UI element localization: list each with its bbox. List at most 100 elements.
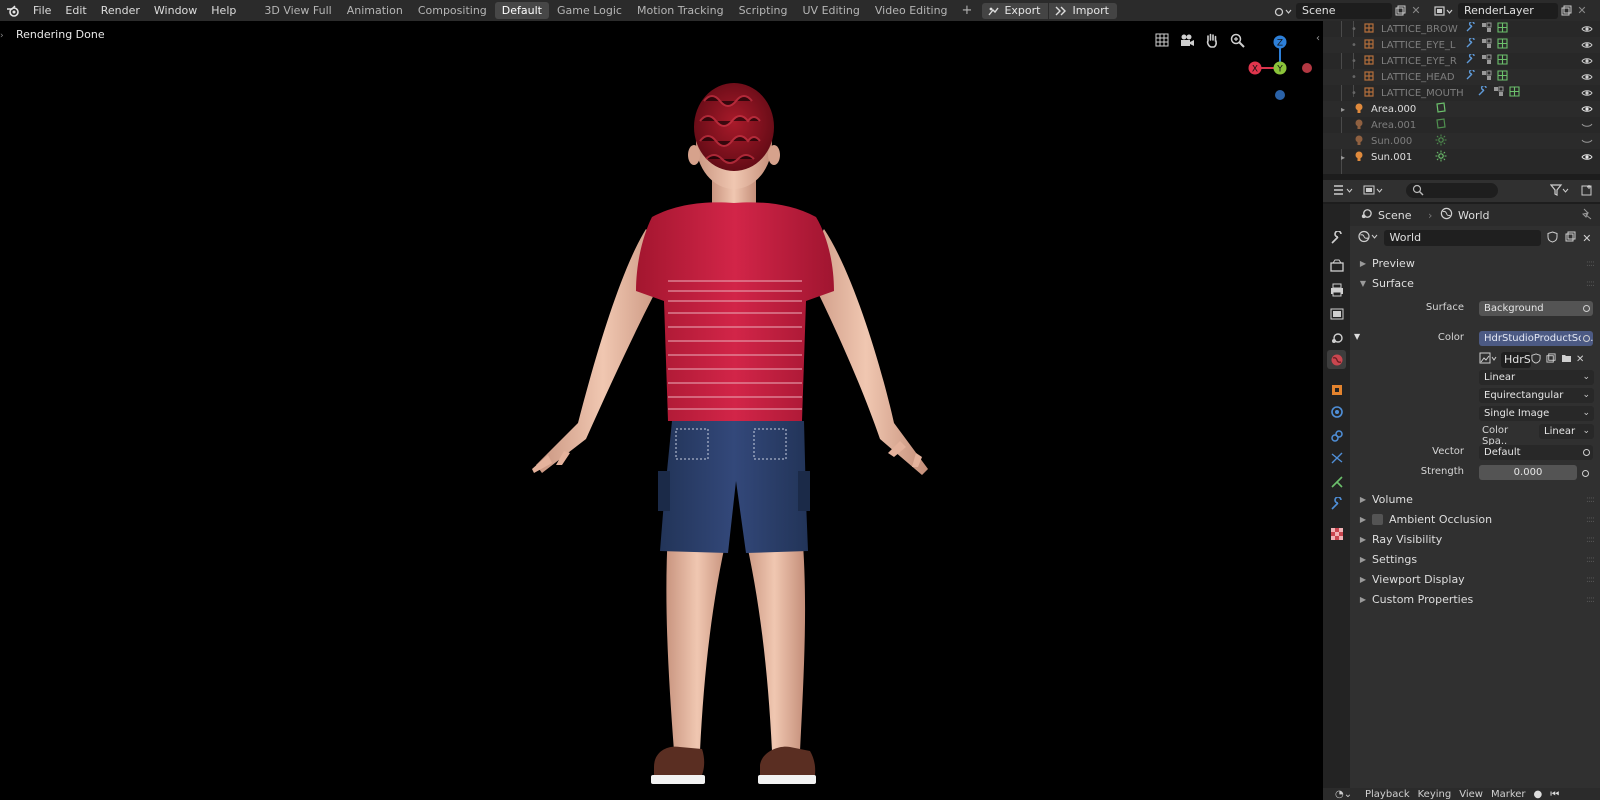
render-viewport[interactable]: › Rendering Done Z X Y ‹ [0, 21, 1323, 800]
delete-scene-icon[interactable]: ✕ [1408, 3, 1424, 19]
jump-start-icon[interactable]: ⏮ [1550, 789, 1559, 800]
socket-link-icon[interactable] [1580, 468, 1590, 478]
menu-help[interactable]: Help [204, 0, 243, 21]
outliner-row-sun-001[interactable]: ▸ Sun.001 [1323, 149, 1600, 165]
tab-compositing[interactable]: Compositing [411, 2, 494, 19]
world-browse-icon[interactable] [1358, 230, 1384, 246]
image-browse-icon[interactable] [1479, 352, 1501, 367]
sidebar-expand-icon[interactable]: ‹ [1316, 33, 1320, 44]
scene-browse-icon[interactable] [1270, 3, 1296, 19]
hidden-eye-icon[interactable] [1580, 134, 1594, 148]
colorspace-dropdown[interactable]: Linear ⌄ [1539, 424, 1594, 439]
open-image-folder-icon[interactable] [1561, 353, 1576, 366]
export-button[interactable]: Export [982, 3, 1048, 19]
tab-uv-editing[interactable]: UV Editing [796, 2, 867, 19]
outliner-row-lattice-head[interactable]: • LATTICE_HEAD [1323, 68, 1600, 85]
view-menu[interactable]: View [1459, 789, 1483, 800]
playback-menu[interactable]: Playback [1365, 789, 1410, 800]
import-button[interactable]: Import [1048, 2, 1117, 19]
outliner-row-area-000[interactable]: ▸ Area.000 [1323, 101, 1600, 117]
socket-link-icon[interactable] [1581, 333, 1591, 343]
tab-object[interactable] [1327, 380, 1346, 399]
ambient-occlusion-checkbox[interactable] [1372, 514, 1383, 525]
lattice-data-icon[interactable] [1497, 22, 1513, 36]
visibility-eye-icon[interactable] [1580, 54, 1594, 68]
gizmo-neg-z-axis[interactable] [1275, 90, 1285, 100]
panel-preview[interactable]: ▶ Preview :::: [1350, 254, 1600, 273]
constraint-icon[interactable] [1481, 38, 1497, 52]
image-source-dropdown[interactable]: Single Image ⌄ [1479, 406, 1594, 421]
lattice-data-icon[interactable] [1509, 86, 1525, 100]
pin-icon[interactable] [1580, 208, 1592, 223]
panel-viewport-display[interactable]: ▶ Viewport Display :::: [1350, 570, 1600, 589]
outliner-row-lattice-mouth[interactable]: • LATTICE_MOUTH [1323, 84, 1600, 101]
visibility-eye-icon[interactable] [1580, 86, 1594, 100]
modifier-wrench-icon[interactable] [1465, 21, 1481, 36]
modifier-wrench-icon[interactable] [1465, 36, 1481, 52]
unlink-image-icon[interactable]: ✕ [1576, 354, 1588, 365]
tab-motion-tracking[interactable]: Motion Tracking [630, 2, 731, 19]
surface-shader-field[interactable]: Background [1479, 301, 1593, 316]
tab-scene[interactable] [1327, 328, 1346, 347]
area-light-data-icon[interactable] [1435, 102, 1451, 116]
outliner-row-lattice-eye-r[interactable]: • LATTICE_EYE_R [1323, 52, 1600, 69]
visibility-eye-icon[interactable] [1580, 22, 1594, 36]
tab-video-editing[interactable]: Video Editing [868, 2, 955, 19]
tab-3d-view-full[interactable]: 3D View Full [257, 2, 338, 19]
outliner-row-area-001[interactable]: Area.001 [1323, 117, 1600, 133]
tab-constraints[interactable] [1327, 426, 1346, 445]
vector-input-field[interactable]: Default [1479, 445, 1593, 460]
drag-grip-icon[interactable]: :::: [1586, 495, 1595, 505]
outliner-row-lattice-eye-l[interactable]: • LATTICE_EYE_L [1323, 36, 1600, 53]
duplicate-world-icon[interactable] [1565, 231, 1583, 245]
duplicate-image-icon[interactable] [1546, 353, 1561, 366]
outliner-search-input[interactable] [1406, 183, 1498, 198]
gizmo-neg-x-axis[interactable] [1302, 63, 1312, 73]
menu-edit[interactable]: Edit [58, 0, 93, 21]
panel-ray-visibility[interactable]: ▶ Ray Visibility :::: [1350, 530, 1600, 549]
sun-light-data-icon[interactable] [1435, 150, 1451, 165]
constraint-icon[interactable] [1481, 54, 1497, 68]
color-expand-arrow-icon[interactable]: ▼ [1354, 332, 1360, 341]
visibility-eye-icon[interactable] [1580, 102, 1594, 116]
unlink-world-icon[interactable]: ✕ [1582, 232, 1596, 245]
modifier-wrench-icon[interactable] [1465, 52, 1481, 68]
drag-grip-icon[interactable]: :::: [1586, 515, 1595, 525]
lattice-data-icon[interactable] [1497, 70, 1513, 84]
projection-dropdown[interactable]: Equirectangular ⌄ [1479, 388, 1594, 403]
camera-view-icon[interactable] [1178, 31, 1196, 49]
visibility-eye-icon[interactable] [1580, 150, 1594, 164]
timeline-editor-icon[interactable]: ◔⌄ [1335, 789, 1357, 800]
outliner-row-sun-000[interactable]: Sun.000 [1323, 133, 1600, 149]
panel-settings[interactable]: ▶ Settings :::: [1350, 550, 1600, 569]
drag-grip-icon[interactable]: :::: [1586, 555, 1595, 565]
delete-view-layer-icon[interactable]: ✕ [1574, 3, 1590, 19]
hidden-eye-icon[interactable] [1580, 118, 1594, 132]
tab-texture[interactable] [1327, 524, 1346, 543]
tab-render[interactable] [1327, 256, 1346, 275]
new-collection-icon[interactable] [1581, 184, 1594, 199]
panel-ambient-occlusion[interactable]: ▶ Ambient Occlusion :::: [1350, 510, 1600, 529]
add-workspace-button[interactable]: + [956, 3, 979, 18]
drag-grip-icon[interactable]: :::: [1586, 279, 1595, 289]
strength-number-field[interactable]: 0.000 [1479, 465, 1577, 480]
socket-link-icon[interactable] [1581, 303, 1591, 313]
drag-grip-icon[interactable]: :::: [1586, 575, 1595, 585]
menu-window[interactable]: Window [147, 0, 204, 21]
tab-world[interactable] [1327, 350, 1346, 369]
filter-icon[interactable] [1549, 184, 1570, 199]
view-layer-browse-icon[interactable] [1430, 3, 1458, 19]
scene-name-field[interactable]: Scene [1296, 2, 1392, 19]
tab-output[interactable] [1327, 280, 1346, 299]
fake-user-shield-icon[interactable] [1547, 230, 1565, 246]
tab-scripting[interactable]: Scripting [732, 2, 795, 19]
panel-surface[interactable]: ▼ Surface :::: [1350, 274, 1600, 293]
modifier-wrench-icon[interactable] [1465, 68, 1481, 84]
constraint-icon[interactable] [1481, 22, 1497, 36]
record-button-icon[interactable]: ● [1534, 789, 1543, 800]
pan-hand-icon[interactable] [1203, 31, 1221, 49]
keying-menu[interactable]: Keying [1418, 789, 1452, 800]
interpolation-dropdown[interactable]: Linear ⌄ [1479, 370, 1594, 385]
tab-particles[interactable] [1327, 448, 1346, 467]
constraint-icon[interactable] [1493, 86, 1509, 100]
